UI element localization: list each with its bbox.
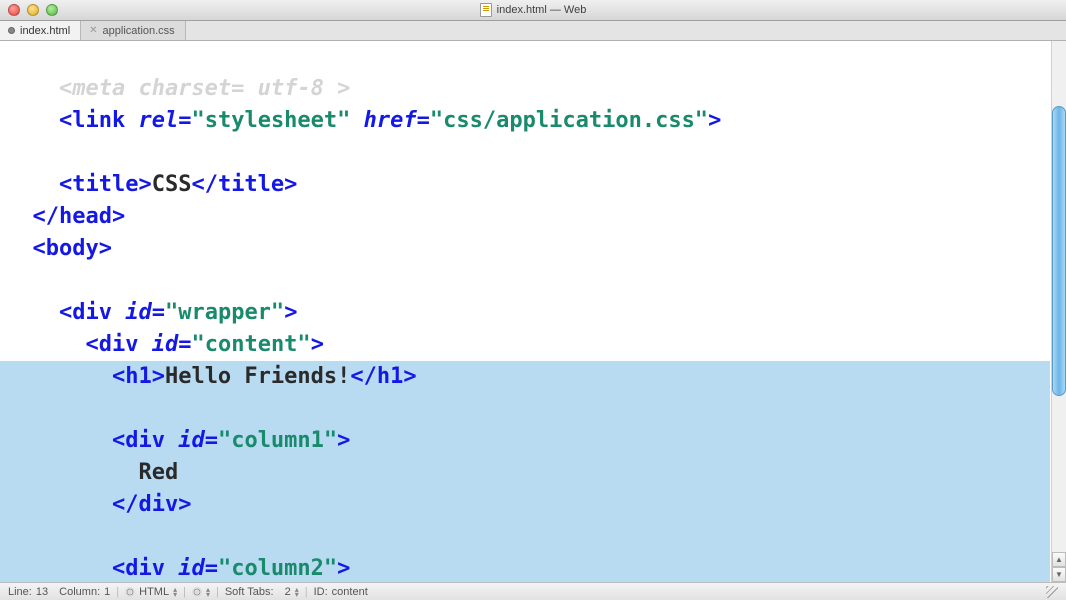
window-title-text: index.html — Web [497,4,587,16]
selector-id-value: content [332,586,368,598]
code-line-selected [0,393,1050,425]
column-number: 1 [104,586,110,598]
window-title: index.html — Web [480,3,587,17]
code-line-selected: <h1>Hello Friends!</h1> [0,361,1050,393]
code-line [6,268,19,293]
syntax-stepper[interactable]: ▴▾ [173,587,177,597]
scrollbar-thumb[interactable] [1052,106,1066,396]
code-line-selected [0,521,1050,553]
code-line-selected: <div id="column2"> [0,553,1050,582]
code-line-selected: <div id="column1"> [0,425,1050,457]
code-line: <body> [6,236,112,261]
line-number: 13 [36,586,48,598]
zoom-window-button[interactable] [46,4,58,16]
soft-tabs-label: Soft Tabs: [225,586,274,598]
code-line-selected: </div> [0,489,1050,521]
minimize-window-button[interactable] [27,4,39,16]
selector-id-label: ID: [314,586,328,598]
soft-tabs-value[interactable]: 2 [285,586,291,598]
code-line: </head> [6,204,125,229]
line-label: Line: [8,586,32,598]
document-icon [480,3,492,17]
tab-label: application.css [103,25,175,37]
resize-grip-icon[interactable] [1046,586,1058,598]
tab-application-css[interactable]: ✕ application.css [81,21,186,40]
close-tab-icon[interactable]: ✕ [89,25,97,36]
close-window-button[interactable] [8,4,20,16]
chevron-down-icon: ▾ [295,592,299,597]
status-bar: Line: 13 Column: 1 | HTML ▴▾ | ▴▾ | Soft… [0,582,1066,600]
chevron-down-icon: ▾ [173,592,177,597]
gear-icon[interactable] [125,587,135,597]
code-line: <link rel="stylesheet" href="css/applica… [6,108,721,133]
editor-area: <meta charset= utf-8 > <link rel="styles… [0,41,1066,582]
modified-dot-icon [8,27,15,34]
code-line-selected: Red [0,457,1050,489]
scroll-up-button[interactable]: ▲ [1052,552,1066,567]
tab-index-html[interactable]: index.html [0,21,81,40]
code-line: <div id="wrapper"> [6,300,297,325]
gear-icon[interactable] [192,587,202,597]
tab-width-stepper[interactable]: ▴▾ [295,587,299,597]
scroll-down-button[interactable]: ▼ [1052,567,1066,582]
traffic-lights [8,4,58,16]
line-endings-stepper[interactable]: ▴▾ [206,587,210,597]
code-line: <div id="content"> [6,332,324,357]
tab-label: index.html [20,25,70,37]
window-title-bar[interactable]: index.html — Web [0,0,1066,21]
code-line [6,140,19,165]
code-editor[interactable]: <meta charset= utf-8 > <link rel="styles… [0,41,1050,582]
code-line: <title>CSS</title> [6,172,297,197]
tab-bar: index.html ✕ application.css [0,21,1066,41]
vertical-scrollbar[interactable]: ▲ ▼ [1051,41,1066,582]
column-label: Column: [59,586,100,598]
chevron-down-icon: ▾ [206,592,210,597]
code-line: <meta charset= utf-8 > [6,76,350,101]
syntax-mode[interactable]: HTML [139,586,169,598]
